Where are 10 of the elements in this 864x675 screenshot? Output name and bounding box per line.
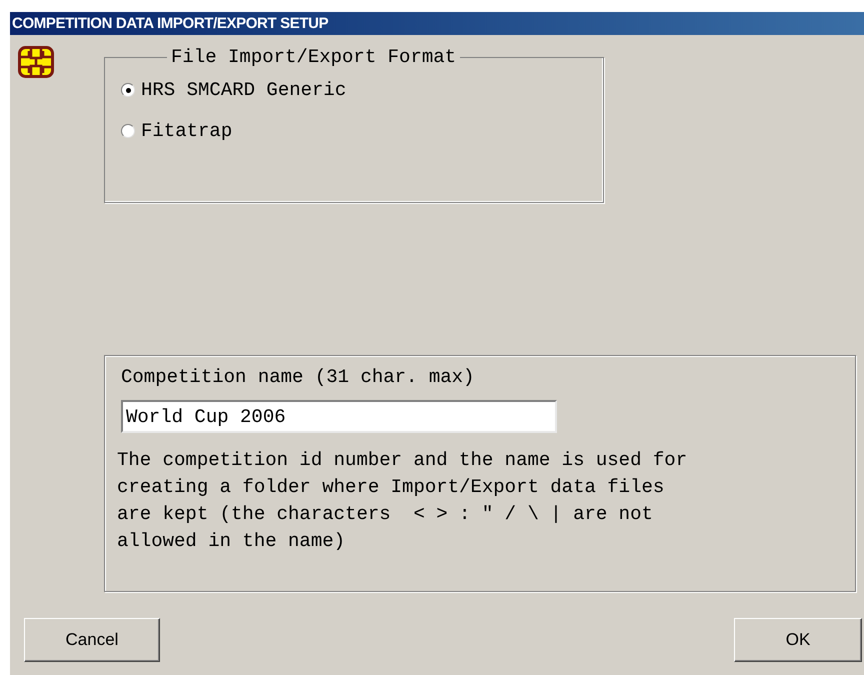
ok-button[interactable]: OK (734, 618, 862, 662)
radio-label[interactable]: Fitatrap (141, 119, 232, 143)
radio-label[interactable]: HRS SMCARD Generic (141, 78, 346, 102)
field-label: Competition name (31 char. max) (121, 365, 476, 389)
name-input-field[interactable]: World Cup 2006 (121, 400, 557, 433)
window-title: COMPETITION DATA IMPORT/EXPORT SETUP (10, 12, 864, 35)
chip-icon (18, 46, 54, 78)
description-text: The competition id number and the name is used for creating a folder where Import/Export data files are kept (the characters < > : " / \ | are not allowed in the name) (117, 448, 688, 554)
group-legend: File Import/Export Format (167, 45, 460, 69)
cancel-button[interactable]: Cancel (24, 618, 160, 662)
